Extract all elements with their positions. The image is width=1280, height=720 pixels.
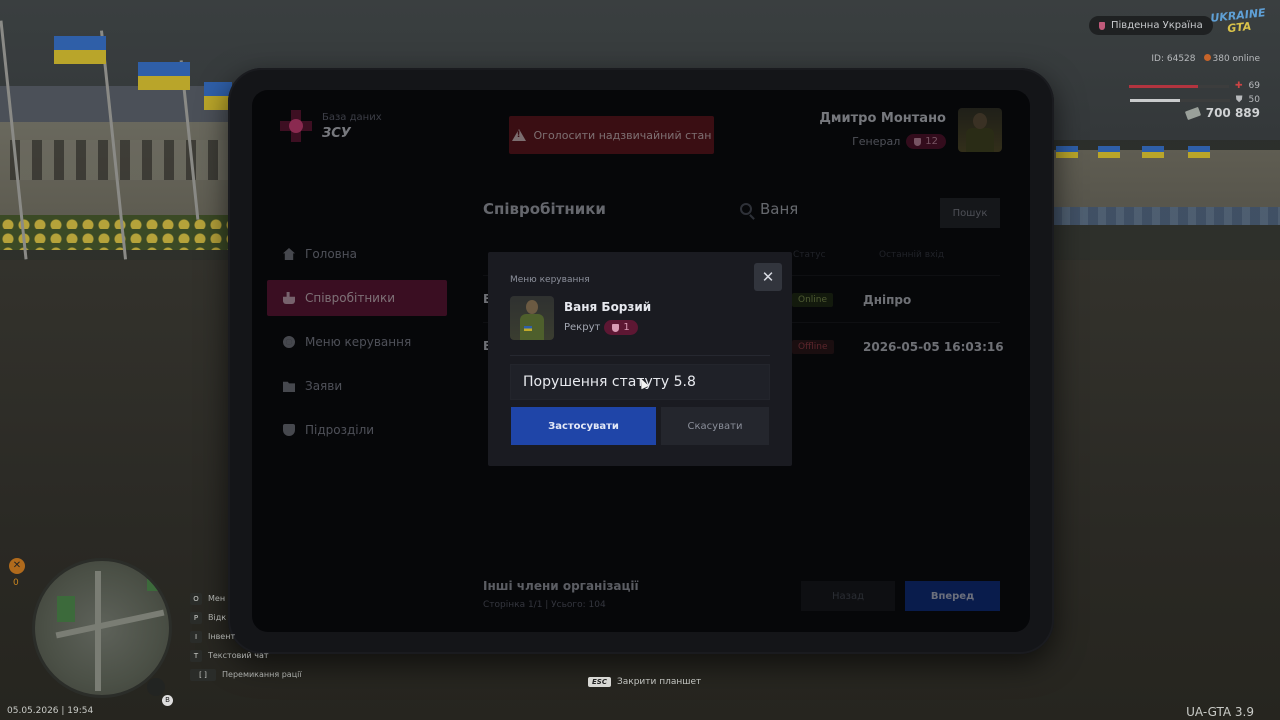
apply-button[interactable]: Застосувати (511, 407, 656, 445)
hint-label: Інвент (208, 632, 236, 641)
ukraine-flag (1142, 146, 1164, 158)
building-right (1052, 150, 1280, 225)
control-modal: Меню керування ✕ Ваня Борзий Рекрут 1 По… (488, 252, 792, 466)
ukraine-flag (138, 62, 190, 90)
esc-key: ESC (588, 677, 611, 687)
health-value: 69 (1248, 81, 1260, 91)
esc-hint: ESC Закрити планшет (588, 677, 701, 687)
ukraine-flag (1188, 146, 1210, 158)
ukraine-flag (1098, 146, 1120, 158)
rank-badge: 1 (604, 320, 638, 335)
ukraine-flag (1056, 146, 1078, 158)
modal-title: Меню керування (510, 275, 590, 285)
region-badge: Південна Україна (1089, 16, 1213, 35)
counter: 0 (13, 578, 19, 588)
wrench-icon: ✕ (9, 558, 25, 574)
money-display: 700 889 (1184, 106, 1260, 120)
region-label: Південна Україна (1111, 20, 1203, 31)
armor-icon: ⛊ (1235, 95, 1243, 105)
health-icon: ✚ (1235, 81, 1243, 91)
microphone-icon (147, 678, 165, 696)
online-icon (1203, 54, 1211, 61)
health-row: ✚ 69 (1129, 81, 1260, 91)
cancel-button[interactable]: Скасувати (661, 407, 769, 445)
cash-icon (1184, 106, 1201, 120)
hint-label: Відк (208, 613, 227, 622)
online-count: 380 online (1212, 54, 1261, 64)
member-name: Ваня Борзий (564, 300, 652, 314)
keybind-hints: O Мен P Відк I Інвент T Текстовий чат [ ] Пер… (190, 589, 302, 684)
close-icon[interactable]: ✕ (754, 263, 782, 291)
version-label: UA-GTA 3.9 (1186, 705, 1254, 719)
avatar (510, 296, 554, 340)
armor-bar (1129, 98, 1180, 102)
divider (510, 355, 770, 356)
health-bar (1129, 84, 1198, 88)
shield-icon (612, 323, 620, 332)
esc-hint-label: Закрити планшет (616, 677, 702, 687)
minimap (32, 558, 172, 698)
key: I (190, 630, 202, 643)
player-id: ID: 64528 (1151, 54, 1196, 64)
key: T (190, 649, 202, 662)
armor-value: 50 (1248, 95, 1260, 105)
hint-label: Мен (208, 594, 226, 603)
game-logo: UKRAINE GTA (1209, 6, 1270, 43)
flower-bed (0, 215, 230, 250)
member-rank-row: Рекрут 1 (564, 320, 638, 335)
money-value: 700 889 (1205, 106, 1260, 120)
datetime: 05.05.2026 | 19:54 (7, 706, 94, 716)
hint-label: Перемикання рації (222, 670, 302, 679)
rank-level: 1 (623, 322, 630, 333)
key: [ ] (190, 668, 216, 681)
region-icon (1099, 21, 1105, 30)
armor-row: ⛊ 50 (1129, 95, 1260, 105)
hint-label: Текстовий чат (208, 651, 269, 660)
member-rank: Рекрут (564, 322, 601, 333)
ukraine-flag (54, 36, 106, 64)
online-count-row: 380 online (1203, 54, 1261, 64)
key: O (190, 592, 202, 605)
key: P (190, 611, 202, 624)
key-badge: B (162, 695, 173, 706)
player-info: ID: 64528 380 online (1151, 54, 1260, 64)
